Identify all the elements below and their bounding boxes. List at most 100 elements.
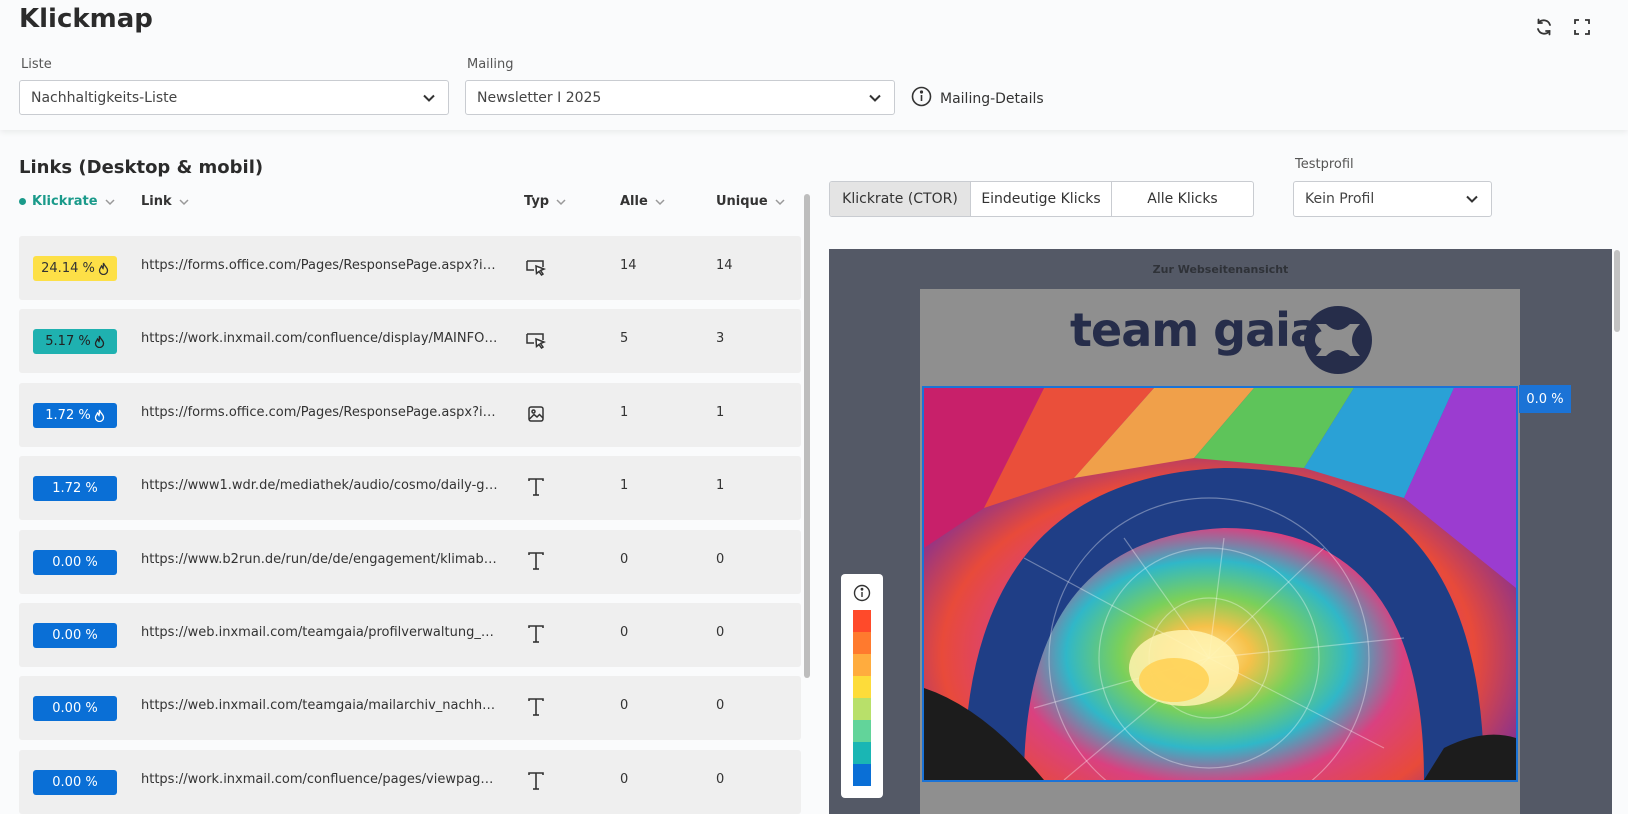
testprofil-select-value: Kein Profil xyxy=(1305,191,1375,207)
click-rate-badge: 0.00 % xyxy=(33,696,117,722)
link-url[interactable]: https://web.inxmail.com/teamgaia/profilv… xyxy=(141,625,499,640)
heat-scale-step xyxy=(853,720,871,742)
click-rate-value: 0.00 % xyxy=(52,701,98,717)
page-title: Klickmap xyxy=(19,4,153,34)
tab-klickrate[interactable]: Klickrate (CTOR) xyxy=(830,182,971,216)
mailing-details-link[interactable]: Mailing-Details xyxy=(911,86,1044,111)
link-url[interactable]: https://www1.wdr.de/mediathek/audio/cosm… xyxy=(141,478,499,493)
link-url[interactable]: https://web.inxmail.com/teamgaia/mailarc… xyxy=(141,698,499,713)
heat-scale-step xyxy=(853,632,871,654)
hot-air-balloon-image xyxy=(924,388,1516,780)
flame-icon xyxy=(94,409,105,422)
text-icon xyxy=(524,549,548,573)
column-header-klickrate[interactable]: Klickrate xyxy=(19,194,116,209)
chevron-down-icon xyxy=(105,198,115,205)
liste-select[interactable]: Nachhaltigkeits-Liste xyxy=(19,80,449,115)
click-rate-badge: 1.72 % xyxy=(33,476,117,502)
heat-scale xyxy=(853,610,871,786)
info-icon[interactable] xyxy=(853,584,871,602)
all-clicks-value: 0 xyxy=(620,771,629,787)
click-rate-badge: 0.00 % xyxy=(33,549,117,575)
click-rate-value: 0.00 % xyxy=(52,628,98,643)
hero-image-link[interactable] xyxy=(922,386,1518,782)
column-label: Unique xyxy=(716,194,768,209)
preview-scrollbar[interactable] xyxy=(1614,250,1620,332)
links-section-title: Links (Desktop & mobil) xyxy=(19,157,264,178)
all-clicks-value: 0 xyxy=(620,625,629,640)
column-header-link[interactable]: Link xyxy=(141,194,190,209)
image-icon xyxy=(524,402,548,426)
click-rate-value: 0.00 % xyxy=(52,774,98,790)
unique-clicks-value: 3 xyxy=(716,331,725,347)
button-icon xyxy=(524,328,548,352)
table-row[interactable]: 1.72 % https://forms.office.com/Pages/Res… xyxy=(19,382,801,447)
click-rate-value: 1.72 % xyxy=(52,481,98,497)
heat-scale-step xyxy=(853,764,871,786)
links-scrollbar[interactable] xyxy=(804,194,810,678)
link-url[interactable]: https://www.b2run.de/run/de/de/engagemen… xyxy=(141,552,499,567)
all-clicks-value: 1 xyxy=(620,404,629,420)
table-row[interactable]: 1.72 % https://www1.wdr.de/mediathek/audi… xyxy=(19,456,801,521)
table-row[interactable]: 0.00 % https://work.inxmail.com/confluenc… xyxy=(19,749,801,814)
mailing-details-label: Mailing-Details xyxy=(940,90,1044,107)
column-label: Typ xyxy=(524,194,550,209)
team-gaia-logo: team gaia xyxy=(1070,303,1321,357)
testprofil-label: Testprofil xyxy=(1295,157,1354,172)
mail-body: team gaia xyxy=(920,289,1520,814)
unique-clicks-value: 0 xyxy=(716,771,725,787)
heat-legend xyxy=(841,574,883,798)
column-header-unique[interactable]: Unique xyxy=(716,194,786,209)
unique-clicks-value: 0 xyxy=(716,698,725,714)
chevron-down-icon xyxy=(422,91,436,109)
chevron-down-icon xyxy=(775,198,785,205)
link-url[interactable]: https://work.inxmail.com/confluence/page… xyxy=(141,772,499,787)
unique-clicks-value: 0 xyxy=(716,551,725,567)
heat-scale-step xyxy=(853,676,871,698)
link-url[interactable]: https://forms.office.com/Pages/ResponseP… xyxy=(141,258,499,273)
column-header-typ[interactable]: Typ xyxy=(524,194,567,209)
liste-label: Liste xyxy=(21,57,52,72)
refresh-icon[interactable] xyxy=(1531,14,1557,40)
heat-scale-step xyxy=(853,654,871,676)
unique-clicks-value: 1 xyxy=(716,478,725,494)
table-row[interactable]: 0.00 % https://web.inxmail.com/teamgaia/m… xyxy=(19,676,801,741)
click-rate-value: 5.17 % xyxy=(45,334,91,350)
link-url[interactable]: https://work.inxmail.com/confluence/disp… xyxy=(141,331,499,346)
column-label: Link xyxy=(141,194,172,209)
all-clicks-value: 1 xyxy=(620,478,629,494)
link-url[interactable]: https://forms.office.com/Pages/ResponseP… xyxy=(141,405,499,420)
table-row[interactable]: 24.14 % https://forms.office.com/Pages/Re… xyxy=(19,236,801,300)
flame-icon xyxy=(98,262,109,275)
mailing-select[interactable]: Newsletter I 2025 xyxy=(465,80,895,115)
mail-preview: Zur Webseitenansicht team gaia 0.0 % xyxy=(829,249,1612,814)
sort-indicator-dot xyxy=(19,198,26,205)
chevron-down-icon xyxy=(868,91,882,109)
click-rate-value: 1.72 % xyxy=(45,407,91,423)
click-rate-badge: 5.17 % xyxy=(33,329,117,355)
metric-toggle: Klickrate (CTOR) Eindeutige Klicks Alle … xyxy=(829,181,1254,217)
table-row[interactable]: 5.17 % https://work.inxmail.com/confluenc… xyxy=(19,309,801,374)
table-row[interactable]: 0.00 % https://web.inxmail.com/teamgaia/p… xyxy=(19,603,801,667)
unique-clicks-value: 0 xyxy=(716,625,725,640)
tab-eindeutige-klicks[interactable]: Eindeutige Klicks xyxy=(971,182,1112,216)
all-clicks-value: 0 xyxy=(620,551,629,567)
info-icon xyxy=(911,86,932,111)
all-clicks-value: 14 xyxy=(620,258,637,273)
click-rate-value: 24.14 % xyxy=(41,261,95,276)
fullscreen-icon[interactable] xyxy=(1569,14,1595,40)
heat-scale-step xyxy=(853,610,871,632)
tab-alle-klicks[interactable]: Alle Klicks xyxy=(1112,182,1253,216)
click-rate-badge: 0.00 % xyxy=(33,769,117,795)
testprofil-select[interactable]: Kein Profil xyxy=(1293,181,1492,217)
column-label: Klickrate xyxy=(32,194,98,209)
column-header-alle[interactable]: Alle xyxy=(620,194,666,209)
table-row[interactable]: 0.00 % https://www.b2run.de/run/de/de/eng… xyxy=(19,529,801,594)
web-view-link[interactable]: Zur Webseitenansicht xyxy=(829,263,1612,276)
click-rate-badge: 24.14 % xyxy=(33,256,117,281)
heat-scale-step xyxy=(853,698,871,720)
chevron-down-icon xyxy=(179,198,189,205)
gaia-emblem-icon xyxy=(1304,306,1372,374)
all-clicks-value: 5 xyxy=(620,331,629,347)
mailing-label: Mailing xyxy=(467,57,514,72)
links-table: 24.14 % https://forms.office.com/Pages/Re… xyxy=(19,236,801,814)
